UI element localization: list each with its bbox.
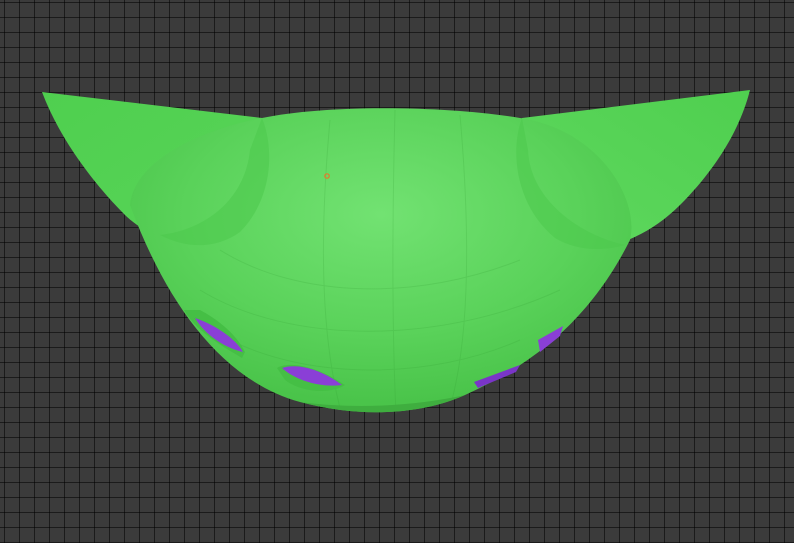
model-canvas[interactable]	[0, 0, 794, 543]
3d-viewport[interactable]	[0, 0, 794, 543]
head-body-shape[interactable]	[130, 108, 632, 413]
